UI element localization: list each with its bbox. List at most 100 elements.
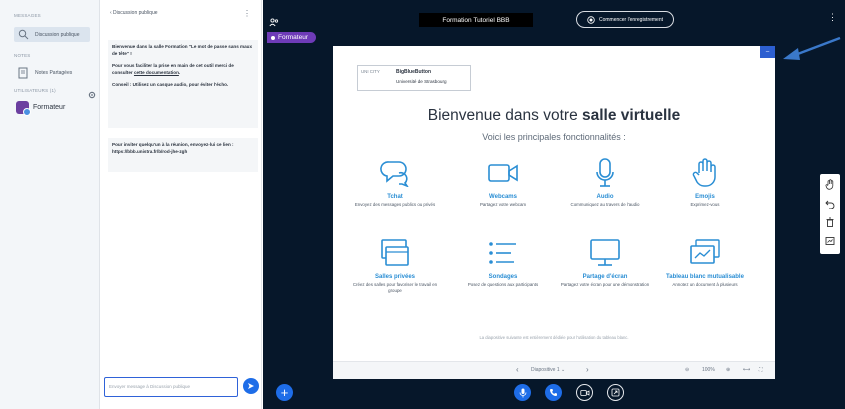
chat-options-icon[interactable]: ⋮ [243, 9, 251, 18]
presentation-area: Formation Tutoriel BBB Commencer l'enreg… [263, 0, 845, 409]
minimize-presentation-button[interactable]: – [760, 46, 775, 58]
feature-webcams: Webcams Partagez votre webcam [458, 156, 548, 208]
feature-partage-ecran: Partage d'écran Partagez votre écran pou… [560, 236, 650, 288]
notes-icon [16, 66, 30, 80]
zoom-out-icon[interactable]: ⊖ [685, 367, 689, 373]
feature-sondages: Sondages Posez de questions aux particip… [458, 236, 548, 288]
feature-desc: Communiquez au travers de l'audio [570, 202, 640, 207]
send-icon [248, 383, 254, 389]
welcome-line-2b: . [178, 70, 181, 75]
whiteboard-icon [660, 236, 750, 270]
hand-tool-icon[interactable] [825, 177, 835, 195]
presenter-name: Formateur [278, 34, 308, 41]
microphone-icon [519, 388, 526, 397]
feature-title: Tchat [387, 194, 403, 200]
slide-navigation-bar: ‹ Diapositive 1 ⌄ › ⊖ 100% ⊕ ⟷ ⛶ [333, 361, 775, 379]
webcam-icon [458, 156, 548, 190]
slide-heading-prefix: Bienvenue dans votre [427, 107, 582, 124]
chat-panel: ‹ Discussion publique ⋮ Bienvenue dans l… [100, 0, 262, 409]
feature-title: Webcams [489, 194, 517, 200]
chat-header: ‹ Discussion publique ⋮ [100, 0, 261, 26]
users-settings-gear-icon[interactable] [88, 86, 96, 104]
feature-title: Salles privées [374, 274, 416, 280]
feature-desc: Posez de questions aux participants [467, 282, 539, 287]
welcome-message: Bienvenue dans la salle Formation "Le mo… [108, 40, 258, 128]
feature-title: Tableau blanc mutualisable [666, 274, 744, 280]
feature-salles-privees: Salles privées Créez des salles pour fav… [350, 236, 440, 294]
zoom-in-icon[interactable]: ⊕ [726, 367, 730, 373]
multi-user-whiteboard-icon[interactable] [825, 233, 835, 251]
record-label: Commencer l'enregistrement [598, 16, 664, 23]
logo-tag: UNI CITY [361, 69, 380, 74]
documentation-link[interactable]: cette documentation [134, 70, 179, 75]
slide-heading-bold: salle virtuelle [582, 107, 681, 124]
feature-title: Emojis [695, 194, 715, 200]
chat-bubbles-icon [350, 156, 440, 190]
feature-desc: Annotez un document à plusieurs [672, 282, 738, 287]
feature-desc: Partagez votre écran pour une démonstrat… [560, 282, 650, 287]
user-list-panel: MESSAGES Discussion publique NOTES Notes… [0, 0, 100, 409]
feature-tableau-blanc: Tableau blanc mutualisable Annotez un do… [660, 236, 750, 288]
hand-icon [660, 156, 750, 190]
notes-heading: NOTES [14, 53, 31, 58]
presenter-tag: Formateur [267, 32, 316, 43]
feature-desc: Envoyez des messages publics ou privés [354, 202, 436, 207]
meeting-title: Formation Tutoriel BBB [419, 13, 533, 27]
chat-back-button[interactable]: ‹ Discussion publique [110, 10, 158, 16]
public-chat-item[interactable]: Discussion publique [14, 27, 90, 42]
start-recording-button[interactable]: Commencer l'enregistrement [576, 11, 674, 28]
actions-plus-button[interactable]: + [276, 384, 293, 401]
fullscreen-icon[interactable]: ⛶ [759, 367, 763, 373]
slide-subheading: Voici les principales fonctionnalités : [482, 132, 626, 142]
shared-notes-item[interactable]: Notes Partagées [16, 66, 72, 80]
record-icon [587, 15, 595, 24]
user-list-item[interactable]: Formateur [16, 101, 66, 116]
avatar [16, 101, 31, 116]
microphone-button[interactable] [514, 384, 531, 401]
feature-title: Partage d'écran [582, 274, 628, 280]
leave-audio-button[interactable] [545, 384, 562, 401]
monitor-icon [560, 236, 650, 270]
presenter-dot-icon [271, 35, 275, 40]
users-heading: UTILISATEURS (1) [14, 88, 56, 93]
microphone-icon [560, 156, 650, 190]
fit-width-icon[interactable]: ⟷ [743, 367, 750, 373]
feature-title: Sondages [488, 274, 518, 280]
breakout-rooms-icon [350, 236, 440, 270]
logo-subtitle: Université de Strasbourg [396, 79, 447, 84]
previous-slide-button[interactable]: ‹ [516, 365, 519, 374]
share-screen-button[interactable] [607, 384, 624, 401]
trash-icon[interactable] [825, 214, 835, 232]
feature-desc: Exprimez-vous [690, 202, 720, 207]
send-message-button[interactable] [243, 378, 259, 394]
webcam-icon [579, 389, 589, 396]
search-chat-icon [16, 28, 30, 42]
whiteboard-toolbar [820, 174, 840, 254]
feature-title: Audio [596, 194, 614, 200]
toggle-userlist-icon[interactable] [269, 14, 279, 32]
messages-heading: MESSAGES [14, 13, 41, 18]
bbb-logo: UNI CITY BigBlueButton Université de Str… [357, 65, 471, 91]
next-slide-button[interactable]: › [586, 365, 589, 374]
user-name: Formateur [33, 104, 66, 111]
undo-icon[interactable] [825, 196, 835, 214]
screen-share-icon [611, 388, 620, 397]
feature-tchat: Tchat Envoyez des messages publics ou pr… [350, 156, 440, 208]
public-chat-label: Discussion publique [35, 31, 80, 38]
slide-footer-note: La diapositive suivante est entièrement … [479, 335, 629, 340]
welcome-line-1: Bienvenue dans la salle Formation "Le mo… [112, 44, 253, 56]
poll-list-icon [458, 236, 548, 270]
invite-message: Pour inviter quelqu'un à la réunion, env… [108, 138, 258, 172]
feature-desc: Partagez votre webcam [479, 202, 527, 207]
welcome-line-3: Conseil : Utilisez un casque audio, pour… [112, 82, 229, 87]
slide-select-dropdown[interactable]: Diapositive 1 ⌄ [531, 367, 565, 373]
presentation-slide[interactable]: – UNI CITY BigBlueButton Université de S… [333, 46, 775, 379]
more-options-icon[interactable]: ⋮ [828, 12, 837, 23]
invite-text: Pour inviter quelqu'un à la réunion, env… [112, 142, 234, 154]
feature-emojis: Emojis Exprimez-vous [660, 156, 750, 208]
shared-notes-label: Notes Partagées [35, 70, 73, 76]
share-webcam-button[interactable] [576, 384, 593, 401]
phone-icon [550, 389, 557, 396]
feature-audio: Audio Communiquez au travers de l'audio [560, 156, 650, 208]
chat-message-input[interactable]: Envoyer message à Discussion publique [104, 377, 238, 397]
